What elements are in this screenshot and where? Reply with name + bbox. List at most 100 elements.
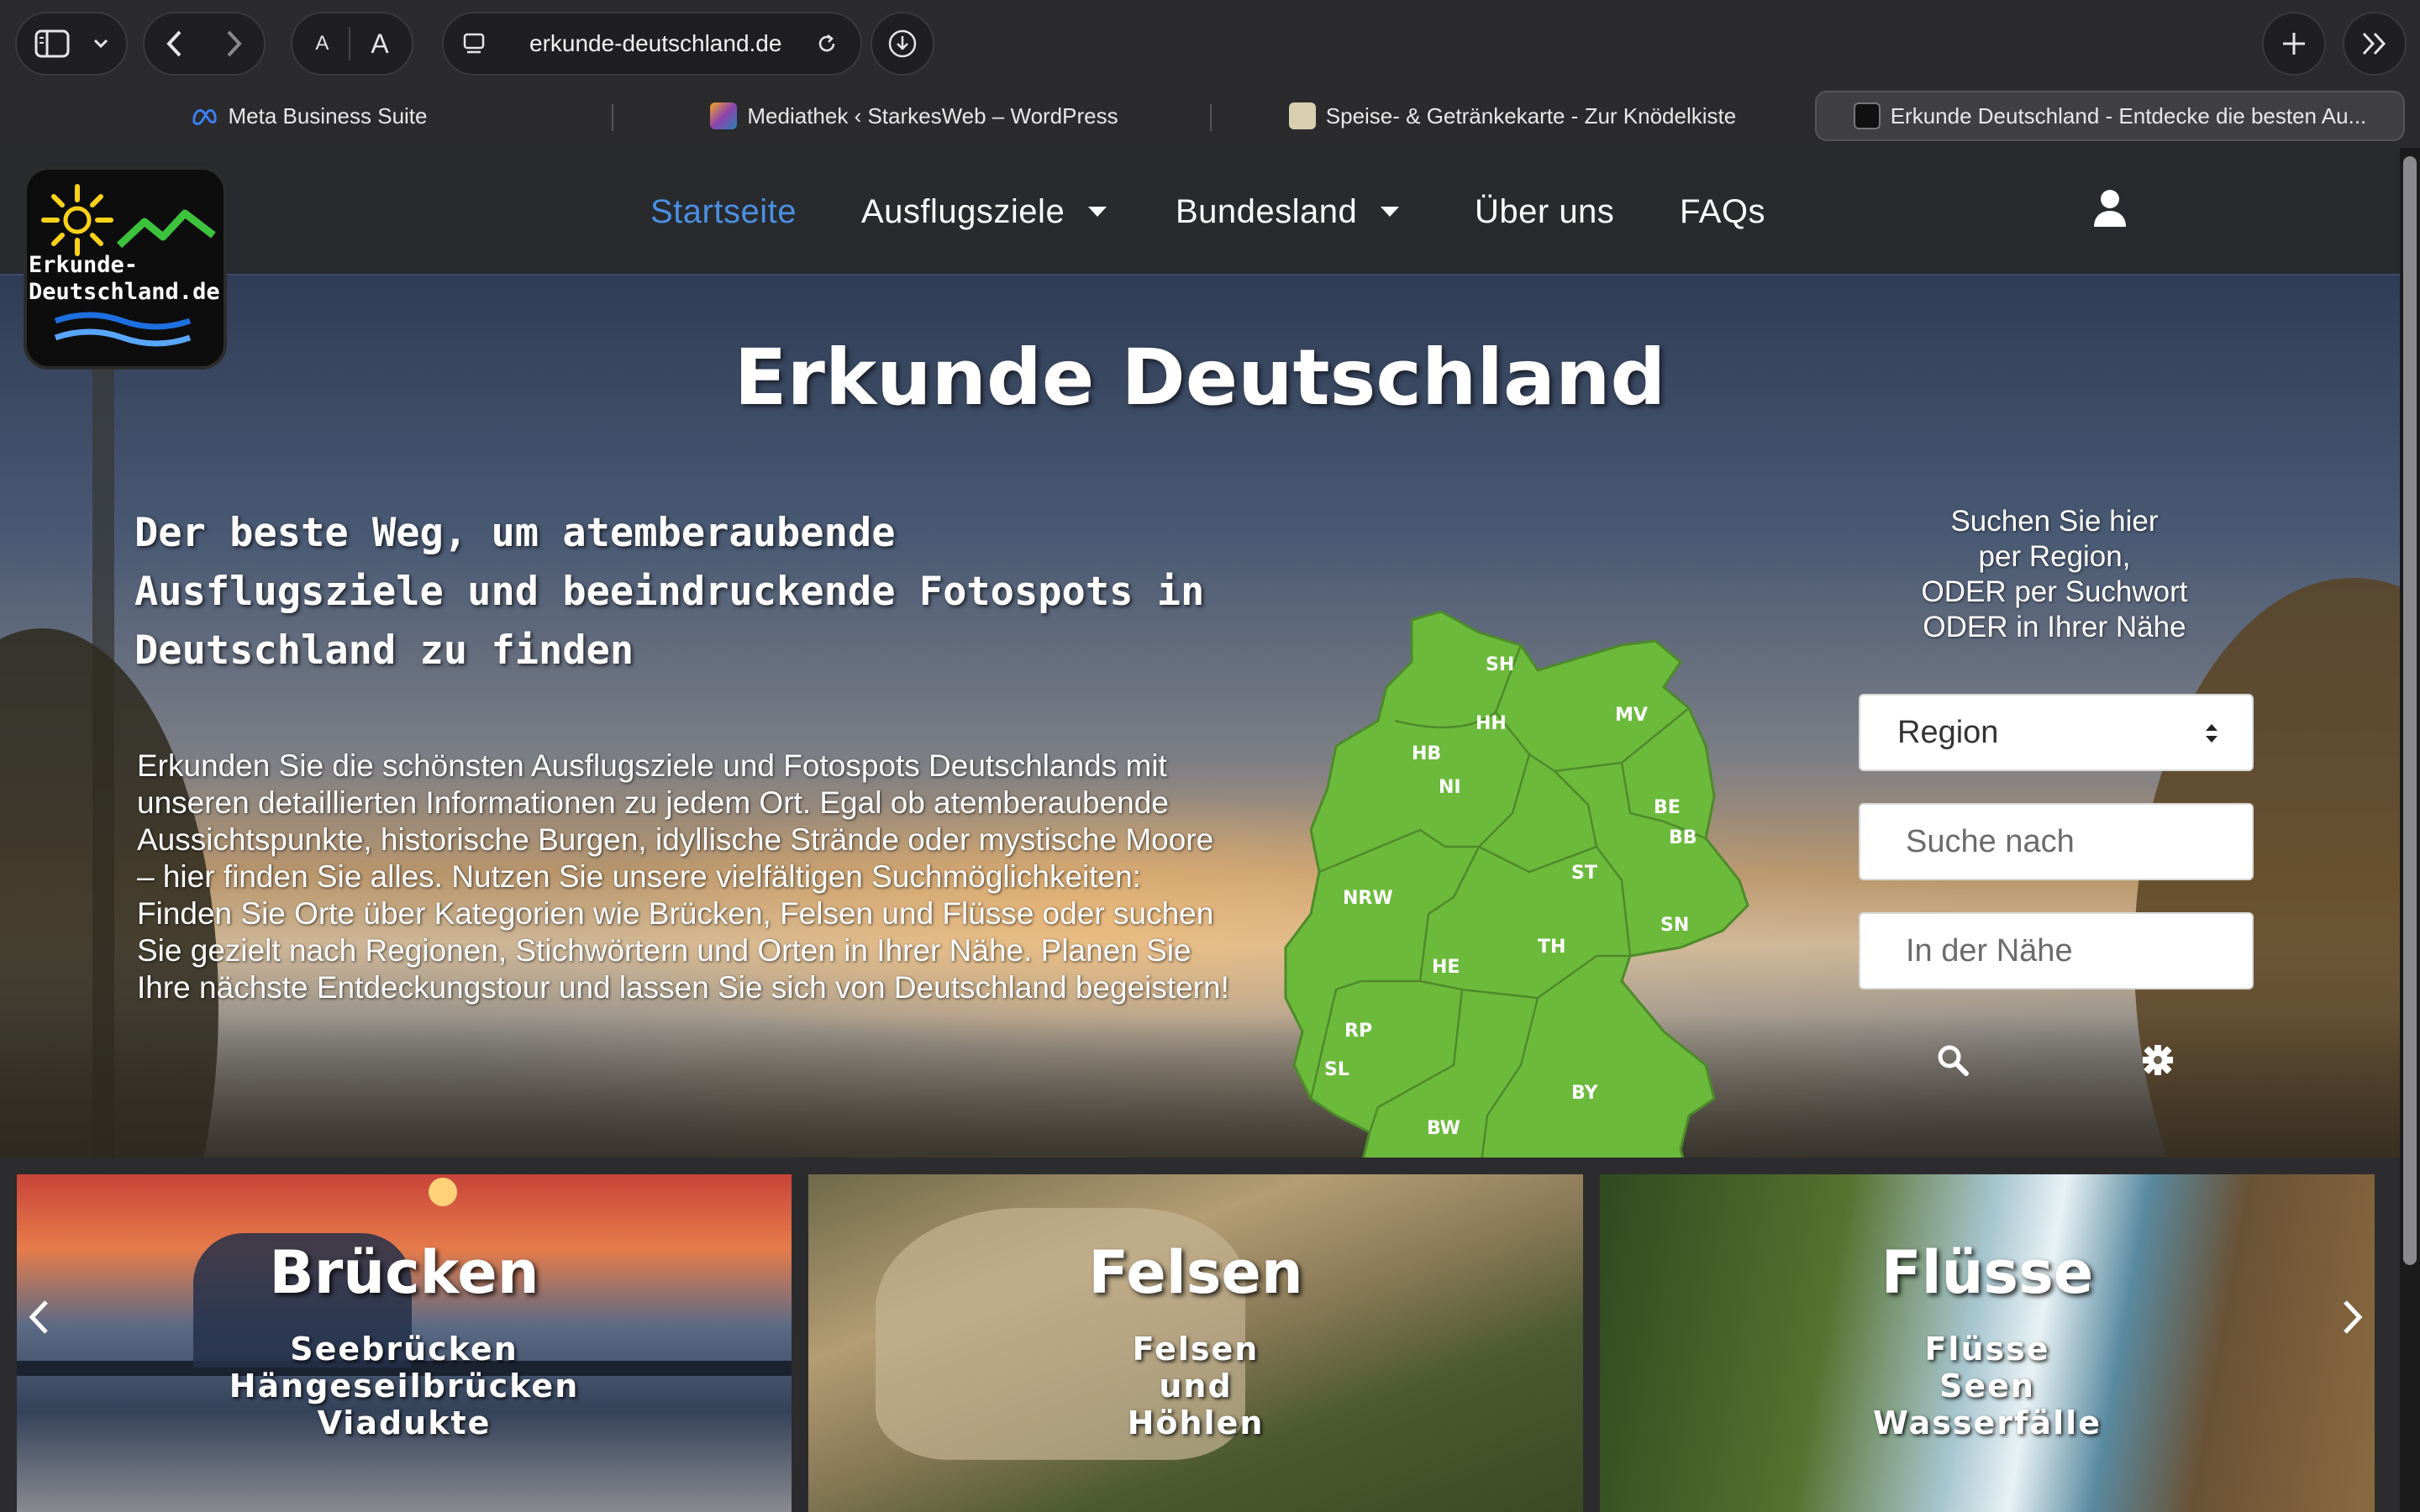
state-label[interactable]: ST xyxy=(1571,863,1597,884)
state-label[interactable]: HB xyxy=(1412,743,1441,764)
web-page: Startseite Ausflugsziele Bundesland Über… xyxy=(0,148,2400,1512)
wordpress-media-icon xyxy=(710,102,738,129)
state-label[interactable]: BW xyxy=(1427,1118,1460,1139)
gear-icon[interactable] xyxy=(2141,1043,2175,1077)
select-arrows-icon xyxy=(2206,724,2217,743)
state-label[interactable]: SN xyxy=(1660,915,1689,936)
region-select[interactable]: Region xyxy=(1859,694,2254,771)
caret-down-icon xyxy=(1381,207,1400,217)
search-icon[interactable] xyxy=(1936,1043,1970,1077)
nav-ueber-uns[interactable]: Über uns xyxy=(1475,185,1614,239)
tab-label: Meta Business Suite xyxy=(228,102,428,129)
double-chevron-icon xyxy=(2362,32,2386,55)
chevron-left-icon xyxy=(29,1300,48,1334)
page-menu-icon[interactable] xyxy=(462,32,486,55)
plus-icon xyxy=(2283,33,2305,55)
decrease-text-size-button[interactable]: A xyxy=(315,32,329,55)
state-label[interactable]: SL xyxy=(1324,1059,1349,1080)
state-label[interactable]: RP xyxy=(1344,1021,1372,1042)
card-subtitle: Viadukte xyxy=(317,1404,492,1441)
restaurant-icon xyxy=(1288,102,1316,129)
hero-tagline: Der beste Weg, um atemberaubende Ausflug… xyxy=(134,510,1205,674)
category-card-fluesse[interactable]: Flüsse Flüsse Seen Wasserfälle xyxy=(1600,1174,2375,1512)
keyword-search-field[interactable] xyxy=(1859,803,2254,880)
card-subtitle: Seen xyxy=(1939,1368,2035,1404)
carousel-prev-button[interactable] xyxy=(22,1292,55,1342)
nearby-search-field[interactable] xyxy=(1859,912,2254,990)
tab-overview-button[interactable] xyxy=(2343,12,2407,76)
germany-map[interactable]: SH HH MV HB NI BE BB ST NRW SN TH HE RP … xyxy=(1269,595,1765,1158)
card-subtitle: Hängeseilbrücken xyxy=(229,1368,580,1404)
nav-label: Bundesland xyxy=(1176,192,1358,230)
chevron-right-icon xyxy=(2344,1300,2363,1334)
nav-startseite[interactable]: Startseite xyxy=(650,185,797,239)
sidebar-toggle-button[interactable] xyxy=(15,12,128,76)
sun-graphic xyxy=(429,1178,457,1206)
card-subtitle: Flüsse xyxy=(1924,1331,2050,1368)
divider xyxy=(349,27,351,60)
site-logo[interactable]: Erkunde- Deutschland.de xyxy=(24,166,227,370)
card-subtitle: und xyxy=(1159,1368,1233,1404)
tab-speisekarte[interactable]: Speise- & Getränkekarte - Zur Knödelkist… xyxy=(1218,91,1807,141)
nav-faqs[interactable]: FAQs xyxy=(1680,185,1765,239)
forward-arrow-icon[interactable] xyxy=(224,29,244,59)
history-navigation xyxy=(143,12,266,76)
nav-bundesland[interactable]: Bundesland xyxy=(1176,185,1400,239)
back-arrow-icon[interactable] xyxy=(165,29,185,59)
state-label[interactable]: HE xyxy=(1432,957,1460,978)
user-account-icon[interactable] xyxy=(2092,188,2128,228)
nav-label: Ausflugsziele xyxy=(861,192,1065,230)
download-icon xyxy=(888,29,917,58)
new-tab-button[interactable] xyxy=(2262,12,2326,76)
state-label[interactable]: MV xyxy=(1615,705,1648,726)
caret-down-icon xyxy=(1088,207,1107,217)
state-label[interactable]: NI xyxy=(1439,777,1461,798)
region-select-value: Region xyxy=(1897,714,1999,750)
state-label[interactable]: HH xyxy=(1476,713,1507,734)
site-navigation: Startseite Ausflugsziele Bundesland Über… xyxy=(0,148,2400,276)
germany-outline xyxy=(1284,610,1749,1158)
page-scrollbar[interactable] xyxy=(2400,148,2420,1512)
state-label[interactable]: BB xyxy=(1669,827,1697,848)
erkunde-deutschland-favicon xyxy=(1853,102,1881,129)
browser-toolbar: A A erkunde-deutschland.de xyxy=(0,0,2420,87)
logo-text-line: Deutschland.de xyxy=(29,279,220,305)
tab-mediathek[interactable]: Mediathek ‹ StarkesWeb – WordPress xyxy=(620,91,1208,141)
address-bar[interactable]: erkunde-deutschland.de xyxy=(442,12,862,76)
state-label[interactable]: NRW xyxy=(1343,888,1393,909)
sidebar-icon xyxy=(34,29,70,58)
logo-text: Erkunde- Deutschland.de xyxy=(27,252,224,306)
tab-erkunde-deutschland-active[interactable]: Erkunde Deutschland - Entdecke die beste… xyxy=(1815,91,2405,141)
tab-meta-business-suite[interactable]: Meta Business Suite xyxy=(15,91,603,141)
url-text[interactable]: erkunde-deutschland.de xyxy=(529,30,781,57)
hero-description: Erkunden Sie die schönsten Ausflugsziele… xyxy=(137,748,1229,1005)
downloads-button[interactable] xyxy=(871,12,934,76)
increase-text-size-button[interactable]: A xyxy=(371,29,388,60)
chevron-down-icon[interactable] xyxy=(92,38,109,50)
nearby-search-input[interactable] xyxy=(1906,932,2225,969)
search-instruction-line: ODER per Suchwort xyxy=(1921,575,2188,608)
carousel-next-button[interactable] xyxy=(2336,1292,2370,1342)
text-size-controls: A A xyxy=(291,12,413,76)
card-title: Felsen xyxy=(1088,1238,1303,1307)
card-title: Brücken xyxy=(269,1238,539,1307)
tab-bar: Meta Business Suite Mediathek ‹ StarkesW… xyxy=(0,87,2420,148)
nav-ausflugsziele[interactable]: Ausflugsziele xyxy=(861,185,1107,239)
scrollbar-thumb[interactable] xyxy=(2403,156,2417,1265)
hero-section: Erkunde Deutschland Der beste Weg, um at… xyxy=(0,276,2400,1158)
state-label[interactable]: TH xyxy=(1538,937,1565,958)
search-instruction-line: per Region, xyxy=(1978,540,2131,573)
card-title: Flüsse xyxy=(1881,1238,2094,1307)
tab-label: Erkunde Deutschland - Entdecke die beste… xyxy=(1890,102,2367,129)
search-instructions: Suchen Sie hier per Region, ODER per Suc… xyxy=(1865,504,2244,645)
state-label[interactable]: SH xyxy=(1486,654,1514,675)
keyword-search-input[interactable] xyxy=(1906,823,2225,860)
tab-divider xyxy=(612,104,613,131)
category-card-bruecken[interactable]: Brücken Seebrücken Hängeseilbrücken Viad… xyxy=(17,1174,792,1512)
reload-icon[interactable] xyxy=(815,32,839,55)
state-label[interactable]: BY xyxy=(1571,1083,1599,1104)
card-subtitle: Wasserfälle xyxy=(1873,1404,2102,1441)
search-instruction-line: ODER in Ihrer Nähe xyxy=(1923,611,2186,643)
category-card-felsen[interactable]: Felsen Felsen und Höhlen xyxy=(808,1174,1583,1512)
state-label[interactable]: BE xyxy=(1654,797,1681,818)
